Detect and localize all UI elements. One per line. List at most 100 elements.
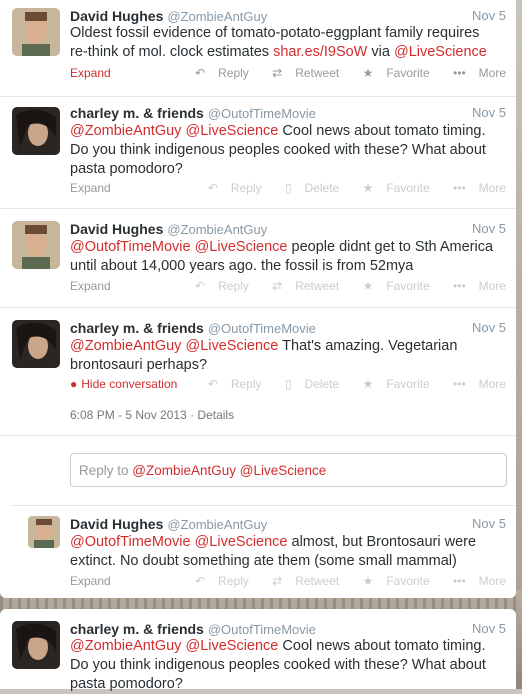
tweet-author[interactable]: David Hughes @ZombieAntGuy xyxy=(70,516,267,532)
mention-link: @ZombieAntGuy xyxy=(132,463,237,478)
more-icon: ••• xyxy=(453,377,466,391)
retweet-action[interactable]: ⇄ Retweet xyxy=(262,279,339,293)
avatar[interactable] xyxy=(12,107,60,155)
delete-icon: ▯ xyxy=(284,181,292,195)
reply-action[interactable]: ↶ Reply xyxy=(185,574,249,588)
tweet-handle[interactable]: @OutofTimeMovie xyxy=(208,622,316,637)
tweet-time[interactable]: Nov 5 xyxy=(472,8,506,23)
favorite-action[interactable]: ★ Favorite xyxy=(353,279,430,293)
tweet-text: @ZombieAntGuy @LiveScience That's amazin… xyxy=(70,338,458,373)
mention-link[interactable]: @ZombieAntGuy xyxy=(70,338,181,354)
tweet-author[interactable]: David Hughes @ZombieAntGuy xyxy=(70,8,267,24)
tweet-actions: ↶ Reply ▯ Delete ★ Favorite ••• More xyxy=(188,377,506,391)
mention-link[interactable]: @LiveScience xyxy=(195,239,288,255)
retweet-icon: ⇄ xyxy=(272,66,283,80)
tweet[interactable]: David Hughes @ZombieAntGuy Nov 5 @OutofTi… xyxy=(0,209,516,308)
avatar[interactable] xyxy=(28,516,60,548)
tweet-time[interactable]: Nov 5 xyxy=(472,621,506,636)
tweet-actions: ↶ Reply ⇄ Retweet ★ Favorite ••• More xyxy=(175,279,506,293)
favorite-icon: ★ xyxy=(362,66,374,80)
avatar[interactable] xyxy=(12,221,60,269)
tweet-handle[interactable]: @OutofTimeMovie xyxy=(208,106,316,121)
mention-link[interactable]: @LiveScience xyxy=(185,123,278,139)
more-action[interactable]: ••• More xyxy=(443,66,506,80)
mention-link[interactable]: @LiveScience xyxy=(195,534,288,550)
favorite-action[interactable]: ★ Favorite xyxy=(353,181,430,195)
tweet-text: Oldest fossil evidence of tomato-potato-… xyxy=(70,25,487,60)
mention-link[interactable]: @LiveScience xyxy=(394,44,487,60)
favorite-icon: ★ xyxy=(362,377,374,391)
favorite-icon: ★ xyxy=(362,574,374,588)
tweet-actions: ↶ Reply ⇄ Retweet ★ Favorite ••• More xyxy=(175,574,506,588)
mention-link[interactable]: @OutofTimeMovie xyxy=(70,534,191,550)
more-icon: ••• xyxy=(453,66,466,80)
details-link[interactable]: Details xyxy=(197,408,234,422)
favorite-icon: ★ xyxy=(362,181,374,195)
tweet-handle[interactable]: @ZombieAntGuy xyxy=(167,9,267,24)
favorite-action[interactable]: ★ Favorite xyxy=(353,574,430,588)
reply-action[interactable]: ↶ Reply xyxy=(198,181,262,195)
tweet-expanded[interactable]: charley m. & friends @OutofTimeMovie Nov … xyxy=(0,308,516,436)
reply-action[interactable]: ↶ Reply xyxy=(198,377,262,391)
favorite-icon: ★ xyxy=(362,279,374,293)
tweet-time[interactable]: Nov 5 xyxy=(472,105,506,120)
tweet-author[interactable]: charley m. & friends @OutofTimeMovie xyxy=(70,320,316,336)
more-icon: ••• xyxy=(453,279,466,293)
more-action[interactable]: ••• More xyxy=(443,181,506,195)
hide-conversation-link[interactable]: ● Hide conversation xyxy=(70,377,177,391)
tweet-text: @OutofTimeMovie @LiveScience almost, but… xyxy=(70,534,477,569)
more-icon: ••• xyxy=(453,181,466,195)
tweet-time[interactable]: Nov 5 xyxy=(472,221,506,236)
tweet-timestamp: 6:08 PM - 5 Nov 2013 xyxy=(70,408,187,422)
more-action[interactable]: ••• More xyxy=(443,574,506,588)
tweet[interactable]: David Hughes @ZombieAntGuy Nov 5 Oldest f… xyxy=(0,0,516,97)
mention-link[interactable]: @LiveScience xyxy=(185,338,278,354)
tweet-handle[interactable]: @OutofTimeMovie xyxy=(208,321,316,336)
tweet-handle[interactable]: @ZombieAntGuy xyxy=(167,517,267,532)
tweet-author[interactable]: charley m. & friends @OutofTimeMovie xyxy=(70,105,316,121)
tweet-timestamp-details: 6:08 PM - 5 Nov 2013 · Details xyxy=(70,408,235,422)
mention-link[interactable]: @ZombieAntGuy xyxy=(70,638,181,654)
favorite-action[interactable]: ★ Favorite xyxy=(353,66,430,80)
reply-icon: ↶ xyxy=(207,377,218,391)
avatar[interactable] xyxy=(12,320,60,368)
tweet-actions: ↶ Reply ⇄ Retweet ★ Favorite ••• More xyxy=(175,66,506,80)
delete-action[interactable]: ▯ Delete xyxy=(275,377,339,391)
avatar[interactable] xyxy=(12,8,60,56)
reply-tweet[interactable]: David Hughes @ZombieAntGuy Nov 5 @OutofTi… xyxy=(10,505,516,598)
retweet-icon: ⇄ xyxy=(272,279,283,293)
conversation-icon: ● xyxy=(70,377,78,391)
retweet-icon: ⇄ xyxy=(272,574,283,588)
tweet-time[interactable]: Nov 5 xyxy=(472,320,506,335)
tweet-author[interactable]: charley m. & friends @OutofTimeMovie xyxy=(70,621,316,637)
tweet-link[interactable]: shar.es/I9SoW xyxy=(273,44,367,60)
reply-action[interactable]: ↶ Reply xyxy=(185,279,249,293)
tweet-time[interactable]: Nov 5 xyxy=(472,516,506,531)
favorite-action[interactable]: ★ Favorite xyxy=(353,377,430,391)
mention-link[interactable]: @LiveScience xyxy=(185,638,278,654)
conversation-card: David Hughes @ZombieAntGuy Nov 5 Oldest f… xyxy=(0,0,516,598)
expand-link[interactable]: Expand xyxy=(70,574,111,588)
tweet-card[interactable]: charley m. & friends @OutofTimeMovie Nov … xyxy=(0,609,516,692)
tweet-text: @OutofTimeMovie @LiveScience people didn… xyxy=(70,239,494,274)
expand-link[interactable]: Expand xyxy=(70,66,111,80)
reply-icon: ↶ xyxy=(207,181,218,195)
expand-link[interactable]: Expand xyxy=(70,181,111,195)
mention-link[interactable]: @ZombieAntGuy xyxy=(70,123,181,139)
tweet-actions: ↶ Reply ▯ Delete ★ Favorite ••• More xyxy=(188,181,506,195)
tweet-author[interactable]: David Hughes @ZombieAntGuy xyxy=(70,221,267,237)
more-icon: ••• xyxy=(453,574,466,588)
reply-icon: ↶ xyxy=(195,574,206,588)
more-action[interactable]: ••• More xyxy=(443,377,506,391)
reply-action[interactable]: ↶ Reply xyxy=(185,66,249,80)
tweet-handle[interactable]: @ZombieAntGuy xyxy=(167,222,267,237)
more-action[interactable]: ••• More xyxy=(443,279,506,293)
expand-link[interactable]: Expand xyxy=(70,279,111,293)
reply-input[interactable]: Reply to @ZombieAntGuy @LiveScience xyxy=(70,453,507,487)
mention-link[interactable]: @OutofTimeMovie xyxy=(70,239,191,255)
avatar[interactable] xyxy=(12,621,60,669)
tweet[interactable]: charley m. & friends @OutofTimeMovie Nov … xyxy=(0,97,516,209)
delete-action[interactable]: ▯ Delete xyxy=(275,181,339,195)
retweet-action[interactable]: ⇄ Retweet xyxy=(262,574,339,588)
retweet-action[interactable]: ⇄ Retweet xyxy=(262,66,339,80)
